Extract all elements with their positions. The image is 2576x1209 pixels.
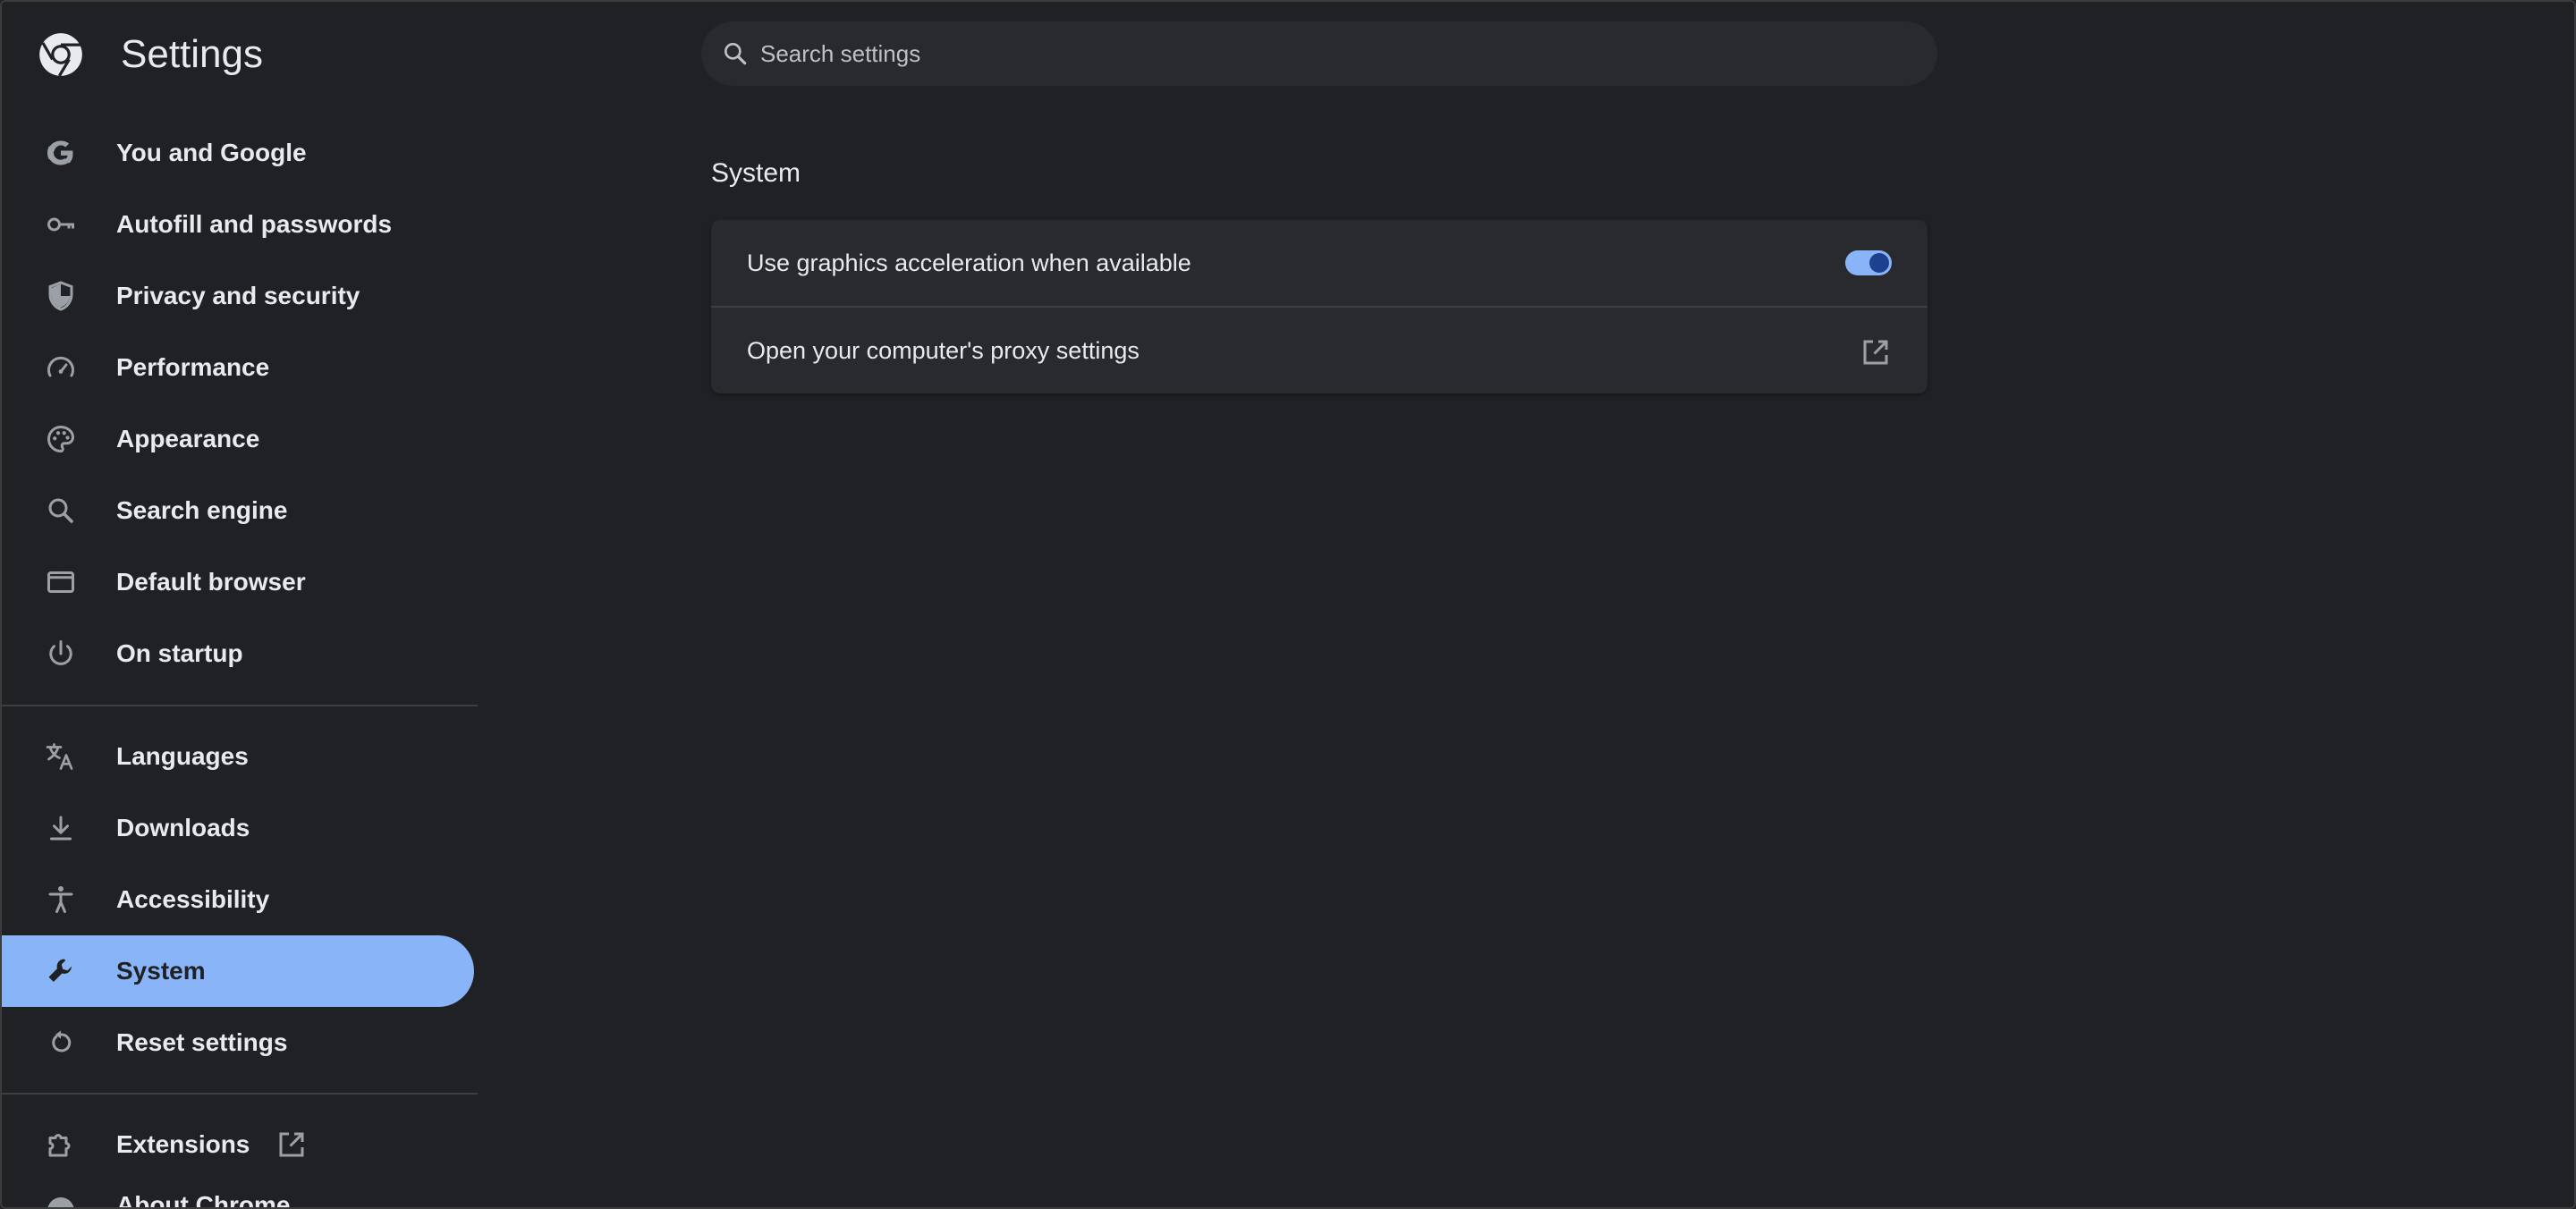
open-in-new-icon[interactable] xyxy=(1860,336,1892,368)
section-title: System xyxy=(711,158,801,188)
shield-icon xyxy=(48,281,73,311)
google-g-icon xyxy=(47,140,73,165)
sidebar-divider xyxy=(2,1093,478,1095)
sidebar-item-label: Extensions xyxy=(116,1130,250,1158)
sidebar-item-privacy[interactable]: Privacy and security xyxy=(2,260,474,332)
reset-icon xyxy=(52,1030,72,1053)
open-in-new-icon xyxy=(279,1132,304,1157)
sidebar-item-default-browser[interactable]: Default browser xyxy=(2,546,474,618)
sidebar-item-label: On startup xyxy=(116,639,243,667)
speedometer-icon xyxy=(47,356,74,377)
system-settings-card: Use graphics acceleration when available… xyxy=(711,220,1928,393)
sidebar-item-label: Appearance xyxy=(116,425,260,452)
search-icon xyxy=(724,42,747,65)
sidebar-item-label: Accessibility xyxy=(116,885,270,913)
accessibility-icon xyxy=(48,886,73,913)
page-title: Settings xyxy=(121,32,263,76)
sidebar-item-appearance[interactable]: Appearance xyxy=(2,403,474,475)
translate-icon xyxy=(46,743,73,770)
sidebar-item-system[interactable]: System xyxy=(2,935,474,1007)
proxy-settings-label: Open your computer's proxy settings xyxy=(747,337,1140,364)
sidebar-item-extensions[interactable]: Extensions xyxy=(2,1109,474,1180)
graphics-acceleration-label: Use graphics acceleration when available xyxy=(747,249,1191,276)
sidebar-item-label: Reset settings xyxy=(116,1028,288,1056)
sidebar-item-label: System xyxy=(116,957,206,985)
sidebar-item-label: Performance xyxy=(116,353,270,381)
chrome-icon xyxy=(47,1197,74,1207)
sidebar-item-label: Downloads xyxy=(116,814,250,841)
proxy-settings-row[interactable]: Open your computer's proxy settings xyxy=(711,308,1928,393)
sidebar-item-label: You and Google xyxy=(116,139,307,166)
sidebar-item-you-and-google[interactable]: You and Google xyxy=(2,117,474,189)
sidebar-item-about-chrome[interactable]: About Chrome xyxy=(2,1179,474,1209)
sidebar-item-accessibility[interactable]: Accessibility xyxy=(2,864,474,935)
graphics-acceleration-toggle[interactable] xyxy=(1845,250,1892,275)
power-icon xyxy=(49,640,72,665)
puzzle-icon xyxy=(48,1134,71,1157)
browser-window-icon xyxy=(47,571,74,593)
search-icon xyxy=(48,498,73,523)
sidebar-item-label: About Chrome xyxy=(116,1191,291,1209)
key-icon xyxy=(47,217,74,232)
sidebar-item-performance[interactable]: Performance xyxy=(2,332,474,403)
wrench-icon xyxy=(48,959,72,982)
sidebar-item-label: Default browser xyxy=(116,568,306,596)
sidebar-item-reset-settings[interactable]: Reset settings xyxy=(2,1007,474,1078)
sidebar-divider xyxy=(2,705,478,706)
toggle-knob xyxy=(1869,253,1889,273)
sidebar-item-autofill[interactable]: Autofill and passwords xyxy=(2,189,474,260)
palette-icon xyxy=(47,425,75,453)
download-icon xyxy=(50,816,72,841)
sidebar-item-downloads[interactable]: Downloads xyxy=(2,792,474,864)
sidebar-item-label: Privacy and security xyxy=(116,282,360,309)
sidebar-item-label: Languages xyxy=(116,742,249,770)
search-bar[interactable] xyxy=(701,21,1937,86)
settings-window: Settings You and Google Autofill and pas… xyxy=(0,0,2576,1209)
sidebar-item-languages[interactable]: Languages xyxy=(2,721,474,792)
sidebar-item-search-engine[interactable]: Search engine xyxy=(2,475,474,546)
sidebar-item-label: Autofill and passwords xyxy=(116,210,393,238)
sidebar-item-label: Search engine xyxy=(116,496,288,524)
sidebar: Settings You and Google Autofill and pas… xyxy=(2,2,478,1209)
chrome-logo-icon xyxy=(39,33,82,77)
search-input[interactable] xyxy=(760,21,1914,86)
sidebar-item-on-startup[interactable]: On startup xyxy=(2,618,474,689)
graphics-acceleration-row[interactable]: Use graphics acceleration when available xyxy=(711,220,1928,306)
